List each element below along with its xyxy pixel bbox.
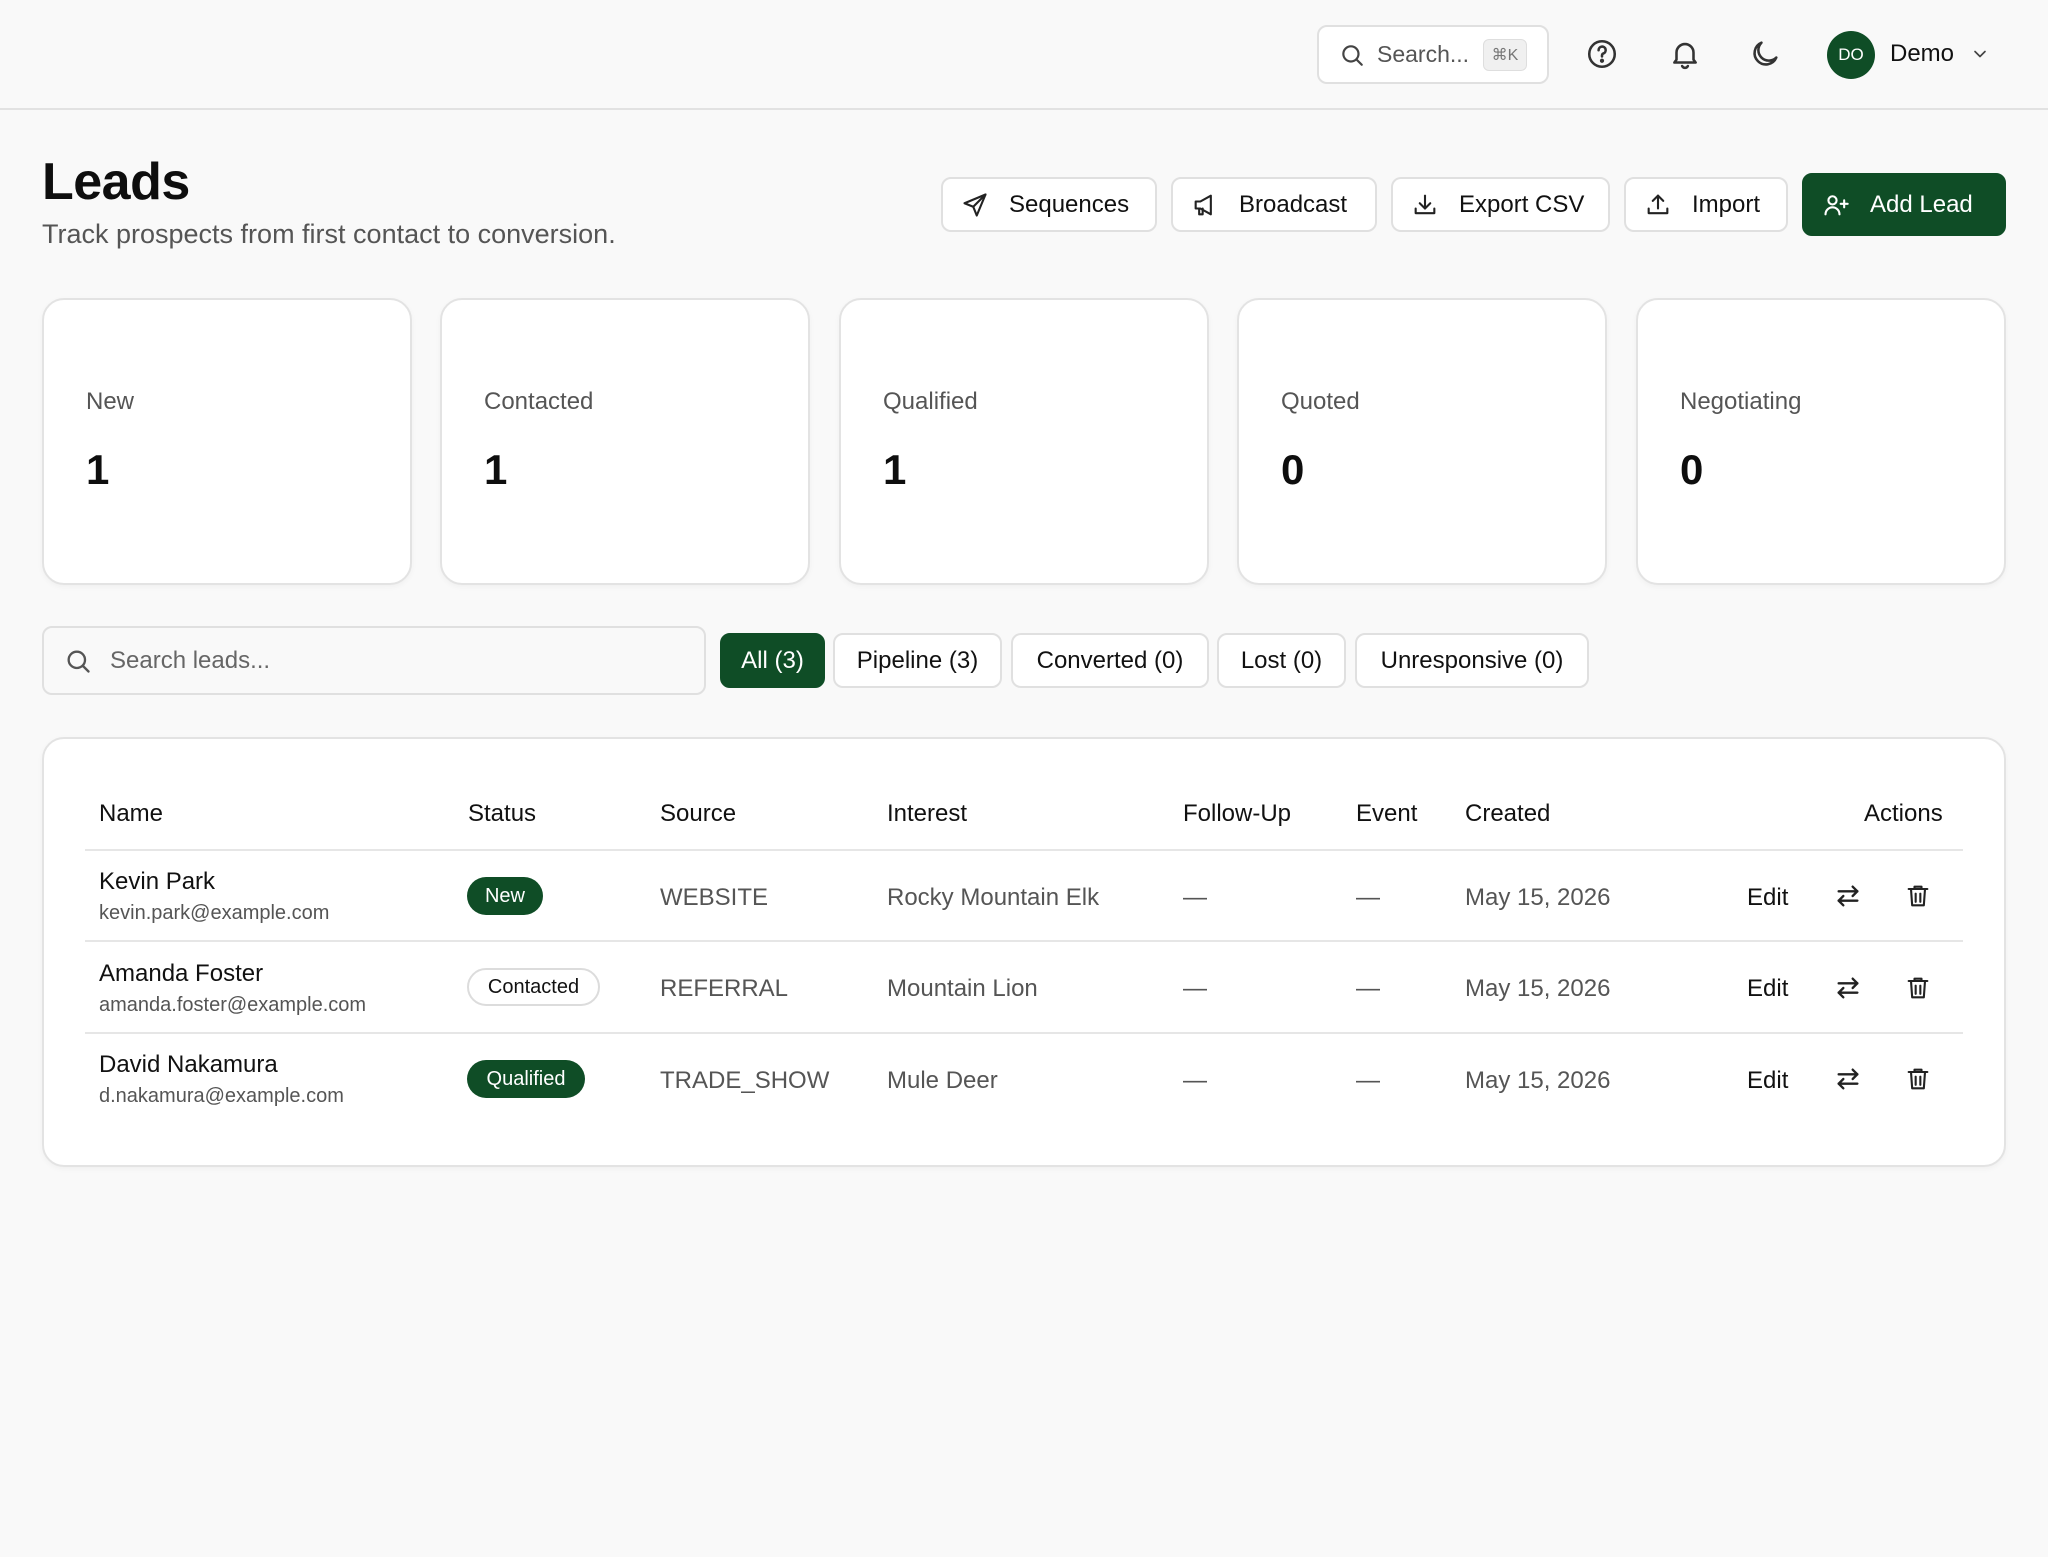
stat-card-negotiating: Negotiating 0 xyxy=(1636,298,2006,585)
lead-event: — xyxy=(1356,975,1380,1002)
swap-icon[interactable] xyxy=(1834,882,1862,910)
upload-icon xyxy=(1644,191,1672,219)
lead-follow-up: — xyxy=(1183,1067,1207,1094)
lead-follow-up: — xyxy=(1183,975,1207,1002)
search-icon xyxy=(1339,42,1365,68)
export-csv-label: Export CSV xyxy=(1459,190,1585,218)
export-csv-button[interactable]: Export CSV xyxy=(1391,177,1610,232)
trash-icon[interactable] xyxy=(1904,1065,1932,1093)
stat-label: Qualified xyxy=(883,388,978,415)
tab-pipeline[interactable]: Pipeline (3) xyxy=(833,633,1002,688)
column-header-status[interactable]: Status xyxy=(468,800,536,828)
stat-card-new: New 1 xyxy=(42,298,412,585)
stat-label: Contacted xyxy=(484,388,594,415)
stat-label: New xyxy=(86,388,135,415)
lead-event: — xyxy=(1356,1067,1380,1094)
search-shortcut-badge: ⌘K xyxy=(1483,39,1527,71)
chevron-down-icon xyxy=(1970,44,1990,64)
stat-value: 1 xyxy=(86,446,110,493)
download-icon xyxy=(1411,191,1439,219)
tab-converted[interactable]: Converted (0) xyxy=(1011,633,1209,688)
moon-icon[interactable] xyxy=(1748,37,1782,71)
broadcast-label: Broadcast xyxy=(1239,190,1348,218)
stat-card-qualified: Qualified 1 xyxy=(839,298,1209,585)
stat-card-quoted: Quoted 0 xyxy=(1237,298,1607,585)
tab-lost[interactable]: Lost (0) xyxy=(1217,633,1346,688)
lead-event: — xyxy=(1356,884,1380,911)
lead-interest: Mule Deer xyxy=(887,1067,998,1094)
column-header-name[interactable]: Name xyxy=(99,800,163,828)
stat-value: 1 xyxy=(484,446,508,493)
tab-unresponsive[interactable]: Unresponsive (0) xyxy=(1355,633,1589,688)
lead-email: amanda.foster@example.com xyxy=(99,994,367,1016)
lead-email: kevin.park@example.com xyxy=(99,902,330,924)
tab-all[interactable]: All (3) xyxy=(720,633,825,688)
send-icon xyxy=(961,191,989,219)
user-plus-icon xyxy=(1822,191,1850,219)
edit-button[interactable]: Edit xyxy=(1747,975,1788,1003)
lead-name[interactable]: Kevin Park xyxy=(99,868,215,896)
megaphone-icon xyxy=(1191,191,1219,219)
broadcast-button[interactable]: Broadcast xyxy=(1171,177,1377,232)
swap-icon[interactable] xyxy=(1834,1065,1862,1093)
page-title: Leads xyxy=(42,153,190,211)
global-search-placeholder: Search... xyxy=(1377,41,1470,67)
trash-icon[interactable] xyxy=(1904,974,1932,1002)
stat-value: 1 xyxy=(883,446,907,493)
row-divider xyxy=(85,1032,1963,1034)
trash-icon[interactable] xyxy=(1904,882,1932,910)
avatar: DO xyxy=(1827,31,1875,79)
stat-value: 0 xyxy=(1680,446,1704,493)
user-name: Demo xyxy=(1890,40,1955,67)
top-bar: Search... ⌘K DO Demo xyxy=(0,0,2048,110)
status-badge: New xyxy=(467,877,543,915)
column-header-event[interactable]: Event xyxy=(1356,800,1417,828)
lead-search-input[interactable]: Search leads... xyxy=(42,626,706,695)
edit-button[interactable]: Edit xyxy=(1747,884,1788,912)
column-header-actions: Actions xyxy=(1864,800,1943,827)
lead-follow-up: — xyxy=(1183,884,1207,911)
status-badge: Contacted xyxy=(467,968,600,1006)
bell-icon[interactable] xyxy=(1668,37,1702,71)
column-header-source[interactable]: Source xyxy=(660,800,736,828)
lead-source: WEBSITE xyxy=(660,884,769,911)
column-header-created[interactable]: Created xyxy=(1465,800,1550,828)
search-icon xyxy=(64,647,92,675)
help-icon[interactable] xyxy=(1585,37,1619,71)
global-search[interactable]: Search... ⌘K xyxy=(1317,25,1549,84)
swap-icon[interactable] xyxy=(1834,974,1862,1002)
column-header-interest[interactable]: Interest xyxy=(887,800,967,828)
row-divider xyxy=(85,940,1963,942)
lead-created: May 15, 2026 xyxy=(1465,1067,1611,1094)
sequences-label: Sequences xyxy=(1009,190,1130,218)
edit-button[interactable]: Edit xyxy=(1747,1067,1788,1095)
stat-value: 0 xyxy=(1281,446,1305,493)
lead-created: May 15, 2026 xyxy=(1465,884,1611,911)
lead-source: REFERRAL xyxy=(660,975,789,1002)
stat-label: Quoted xyxy=(1281,388,1360,415)
import-label: Import xyxy=(1692,190,1761,218)
add-lead-button[interactable]: Add Lead xyxy=(1802,173,2006,236)
page-subtitle: Track prospects from first contact to co… xyxy=(42,219,616,249)
status-badge: Qualified xyxy=(467,1060,585,1098)
sequences-button[interactable]: Sequences xyxy=(941,177,1157,232)
lead-email: d.nakamura@example.com xyxy=(99,1085,344,1107)
header-divider xyxy=(85,849,1963,851)
stat-label: Negotiating xyxy=(1680,388,1802,415)
lead-search-placeholder: Search leads... xyxy=(110,646,271,674)
import-button[interactable]: Import xyxy=(1624,177,1788,232)
lead-interest: Mountain Lion xyxy=(887,975,1038,1002)
lead-source: TRADE_SHOW xyxy=(660,1067,830,1094)
add-lead-label: Add Lead xyxy=(1870,190,1973,218)
lead-name[interactable]: Amanda Foster xyxy=(99,960,263,988)
lead-created: May 15, 2026 xyxy=(1465,975,1611,1002)
lead-interest: Rocky Mountain Elk xyxy=(887,884,1100,911)
lead-name[interactable]: David Nakamura xyxy=(99,1051,278,1079)
stat-card-contacted: Contacted 1 xyxy=(440,298,810,585)
column-header-follow-up[interactable]: Follow-Up xyxy=(1183,800,1291,828)
